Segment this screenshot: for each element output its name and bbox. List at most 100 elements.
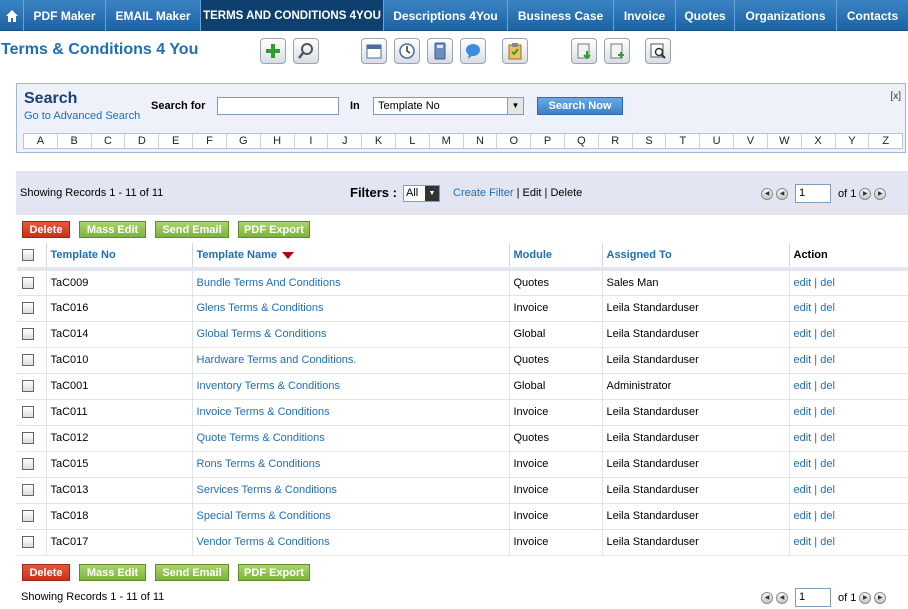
row-checkbox[interactable] [22,328,34,341]
tab-invoice[interactable]: Invoice [614,0,676,31]
edit-filter-link[interactable]: Edit [523,187,542,199]
alpha-f[interactable]: F [193,134,227,148]
alpha-s[interactable]: S [633,134,667,148]
cell-action-links[interactable]: edit | del [789,529,908,556]
cell-template-name-link[interactable]: Global Terms & Conditions [192,321,510,348]
alpha-g[interactable]: G [227,134,261,148]
alpha-a[interactable]: A [24,134,58,148]
cell-template-name-link[interactable]: Vendor Terms & Conditions [192,529,510,556]
alpha-p[interactable]: P [531,134,565,148]
prev-page-icon[interactable]: ◀ [776,187,788,200]
alpha-d[interactable]: D [125,134,160,148]
clipboard-icon[interactable] [502,38,528,64]
cell-action-links[interactable]: edit | del [789,321,908,348]
chevron-down-icon[interactable]: ▼ [425,186,439,201]
first-page-icon[interactable]: ◀ [761,591,773,604]
cell-action-links[interactable]: edit | del [789,477,908,504]
cell-template-name-link[interactable]: Services Terms & Conditions [192,477,510,504]
tab-pdf-maker[interactable]: PDF Maker [24,0,106,31]
find-duplicates-icon[interactable] [645,38,671,64]
cell-action-links[interactable]: edit | del [789,295,908,322]
cell-template-name-link[interactable]: Hardware Terms and Conditions. [192,347,510,374]
delete-filter-link[interactable]: Delete [550,187,582,199]
search-input[interactable] [217,97,339,115]
cell-action-links[interactable]: edit | del [789,373,908,400]
row-checkbox[interactable] [22,302,34,315]
tab-business-case[interactable]: Business Case [508,0,614,31]
cell-action-links[interactable]: edit | del [789,425,908,452]
add-icon[interactable] [260,38,286,64]
alpha-n[interactable]: N [464,134,498,148]
search-now-button[interactable]: Search Now [537,97,623,115]
cell-template-name-link[interactable]: Glens Terms & Conditions [192,295,510,322]
row-checkbox[interactable] [22,458,34,471]
alpha-i[interactable]: I [295,134,329,148]
send-email-button[interactable]: Send Email [155,564,229,581]
delete-button[interactable]: Delete [22,221,70,238]
pdf-export-button[interactable]: PDF Export [238,564,310,581]
alpha-m[interactable]: M [430,134,464,148]
page-input[interactable]: 1 [795,184,831,203]
calendar-icon[interactable] [361,38,387,64]
search-icon[interactable] [293,38,319,64]
last-page-icon[interactable]: ▶ [874,591,887,604]
cell-template-name-link[interactable]: Bundle Terms And Conditions [192,269,510,296]
cell-template-name-link[interactable]: Inventory Terms & Conditions [192,373,510,400]
close-search-button[interactable]: [x] [890,91,901,102]
header-module[interactable]: Module [509,243,603,271]
chat-icon[interactable] [460,38,486,64]
first-page-icon[interactable]: ◀ [761,187,773,200]
search-field-select[interactable]: Template No ▼ [373,97,524,115]
alpha-y[interactable]: Y [836,134,870,148]
clock-icon[interactable] [394,38,420,64]
header-assigned-to[interactable]: Assigned To [602,243,790,271]
tab-descriptions[interactable]: Descriptions 4You [384,0,508,31]
alpha-w[interactable]: W [768,134,802,148]
cell-template-name-link[interactable]: Invoice Terms & Conditions [192,399,510,426]
cell-template-name-link[interactable]: Special Terms & Conditions [192,503,510,530]
alpha-t[interactable]: T [666,134,701,148]
alpha-b[interactable]: B [58,134,92,148]
select-all-checkbox[interactable] [22,249,34,262]
tab-quotes[interactable]: Quotes [676,0,735,31]
alpha-o[interactable]: O [497,134,532,148]
import-icon[interactable] [571,38,597,64]
calculator-icon[interactable] [427,38,453,64]
last-page-icon[interactable]: ▶ [874,187,887,200]
tab-organizations[interactable]: Organizations [735,0,837,31]
alpha-v[interactable]: V [734,134,768,148]
row-checkbox[interactable] [22,432,34,445]
alpha-r[interactable]: R [599,134,633,148]
advanced-search-link[interactable]: Go to Advanced Search [24,110,140,122]
cell-action-links[interactable]: edit | del [789,503,908,530]
cell-action-links[interactable]: edit | del [789,347,908,374]
next-page-icon[interactable]: ▶ [859,187,872,200]
tab-contacts[interactable]: Contacts [837,0,908,31]
chevron-down-icon[interactable]: ▼ [507,98,523,114]
row-checkbox[interactable] [22,406,34,419]
row-checkbox[interactable] [22,354,34,367]
page-input[interactable]: 1 [795,588,831,607]
prev-page-icon[interactable]: ◀ [776,591,788,604]
row-checkbox[interactable] [22,536,34,549]
alpha-q[interactable]: Q [565,134,599,148]
cell-action-links[interactable]: edit | del [789,269,908,296]
alpha-z[interactable]: Z [869,134,902,148]
cell-action-links[interactable]: edit | del [789,399,908,426]
mass-edit-button[interactable]: Mass Edit [79,564,146,581]
export-icon[interactable] [604,38,630,64]
next-page-icon[interactable]: ▶ [859,591,872,604]
header-template-name[interactable]: Template Name [192,243,510,271]
tab-email-maker[interactable]: EMAIL Maker [106,0,201,31]
alpha-c[interactable]: C [92,134,126,148]
cell-action-links[interactable]: edit | del [789,451,908,478]
home-icon[interactable] [0,0,24,31]
mass-edit-button[interactable]: Mass Edit [79,221,146,238]
alpha-h[interactable]: H [261,134,295,148]
alpha-e[interactable]: E [159,134,194,148]
alpha-u[interactable]: U [700,134,735,148]
row-checkbox[interactable] [22,510,34,523]
cell-template-name-link[interactable]: Rons Terms & Conditions [192,451,510,478]
alpha-l[interactable]: L [396,134,430,148]
tab-terms-and-conditions[interactable]: TERMS AND CONDITIONS 4YOU [201,0,384,31]
